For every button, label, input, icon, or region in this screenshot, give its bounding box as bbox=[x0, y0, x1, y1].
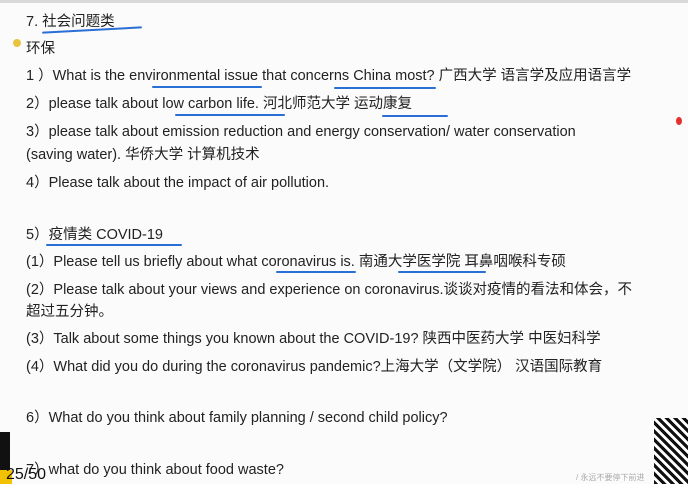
underline-covid bbox=[46, 244, 182, 246]
question-5-3: (3）Talk about some things you known abou… bbox=[26, 331, 601, 347]
underline-low-carbon bbox=[175, 114, 285, 116]
qr-code-image bbox=[654, 418, 688, 484]
question-4: 4）Please talk about the impact of air po… bbox=[26, 175, 330, 191]
question-5-2: (2）Please talk about your views and expe… bbox=[26, 282, 633, 298]
question-2: 2）please talk about low carbon life. 河北师… bbox=[26, 96, 412, 112]
watermark: / 永远不要停下前进 bbox=[576, 473, 645, 482]
underline-nantong bbox=[398, 271, 486, 273]
underline-concerns-china bbox=[334, 87, 436, 89]
question-5-heading: 5）疫情类 COVID-19 bbox=[26, 227, 163, 243]
pointer-dot-yellow bbox=[13, 39, 21, 47]
question-5-4: (4）What did you do during the coronaviru… bbox=[26, 359, 603, 375]
question-3-cont: (saving water). 华侨大学 计算机技术 bbox=[26, 147, 260, 163]
question-6: 6）What do you think about family plannin… bbox=[26, 410, 448, 426]
question-3: 3）please talk about emission reduction a… bbox=[26, 124, 576, 140]
pointer-dot-red bbox=[676, 117, 682, 125]
underline-environmental-issue bbox=[152, 86, 262, 88]
underline-sports-rehab bbox=[382, 115, 448, 117]
question-1: 1 ）What is the environmental issue that … bbox=[26, 68, 632, 84]
subtitle: 环保 bbox=[26, 41, 55, 57]
question-7: 7）what do you think about food waste? bbox=[26, 462, 284, 478]
underline-coronavirus bbox=[276, 271, 356, 273]
question-5-2-cont: 超过五分钟。 bbox=[26, 304, 113, 320]
page-indicator: 25/50 bbox=[6, 466, 47, 483]
top-border bbox=[0, 0, 688, 3]
question-5-1: (1）Please tell us briefly about what cor… bbox=[26, 254, 566, 270]
